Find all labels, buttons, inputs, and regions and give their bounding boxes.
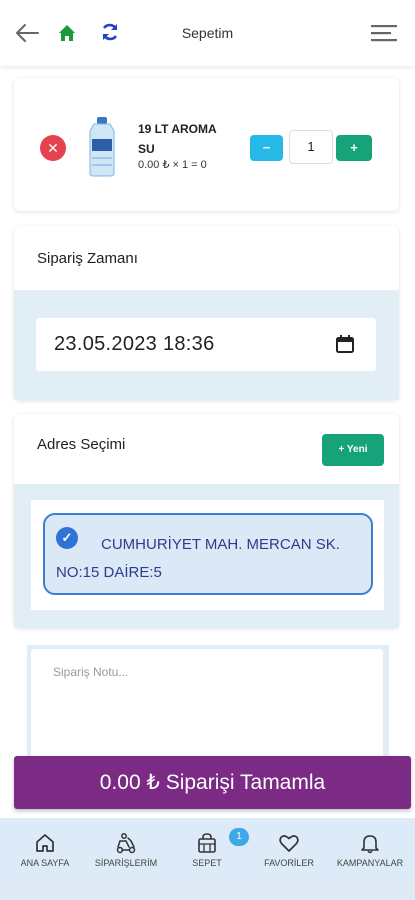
product-price-line: 0.00 ₺ × 1 = 0: [138, 159, 207, 171]
menu-icon[interactable]: [371, 22, 399, 44]
nav-item-orders[interactable]: SİPARİŞLERİM: [86, 832, 166, 868]
nav-item-favorites[interactable]: FAVORİLER: [249, 832, 329, 868]
decrease-quantity-button[interactable]: −: [250, 135, 283, 161]
basket-icon: [198, 833, 216, 853]
selected-address-option[interactable]: ✓ CUMHURİYET MAH. MERCAN SK. NO:15 DAİRE…: [43, 513, 373, 595]
water-bottle-image: [89, 117, 115, 177]
order-datetime-input[interactable]: 23.05.2023 18:36: [36, 318, 376, 371]
order-time-title: Sipariş Zamanı: [37, 250, 138, 267]
top-bar: Sepetim: [0, 0, 415, 66]
nav-label: FAVORİLER: [264, 858, 314, 868]
remove-item-button[interactable]: ✕: [40, 135, 66, 161]
complete-order-button[interactable]: 0.00 ₺ Siparişi Tamamla: [14, 756, 411, 809]
quantity-field[interactable]: 1: [289, 130, 333, 164]
nav-label: SEPET: [192, 858, 222, 868]
bell-icon: [361, 835, 379, 854]
delivery-icon: [116, 833, 136, 854]
product-name: 19 LT AROMA SU: [138, 122, 217, 156]
calendar-icon[interactable]: [335, 334, 355, 354]
cart-count-badge: 1: [229, 828, 249, 846]
nav-label: ANA SAYFA: [20, 858, 70, 868]
nav-item-campaigns[interactable]: KAMPANYALAR: [330, 832, 410, 868]
nav-label: SİPARİŞLERİM: [94, 858, 158, 868]
nav-item-home[interactable]: ANA SAYFA: [5, 832, 85, 868]
increase-quantity-button[interactable]: +: [336, 135, 372, 161]
order-datetime-value: 23.05.2023 18:36: [54, 333, 215, 355]
nav-label: KAMPANYALAR: [336, 858, 404, 868]
page-title: Sepetim: [181, 25, 234, 41]
add-address-button[interactable]: + Yeni: [322, 434, 384, 466]
heart-icon: [279, 835, 299, 852]
bottom-navigation: ANA SAYFA SİPARİŞLERİM SEPET FAVORİLER K…: [0, 818, 415, 900]
home-icon: [36, 834, 54, 852]
address-text: CUMHURİYET MAH. MERCAN SK. NO:15 DAİRE:5: [56, 536, 340, 581]
address-title: Adres Seçimi: [37, 436, 126, 453]
